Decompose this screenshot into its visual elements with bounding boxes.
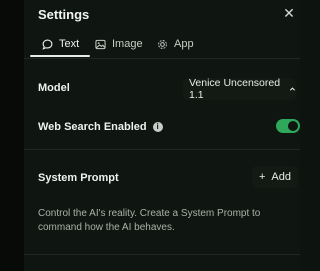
- settings-panel: Settings ✕ Text Image App Model Venice U…: [24, 0, 300, 271]
- add-button-label: Add: [271, 171, 291, 183]
- divider: [24, 254, 300, 255]
- model-label: Model: [38, 82, 70, 94]
- system-prompt-label: System Prompt: [38, 172, 119, 184]
- add-system-prompt-button[interactable]: + Add: [252, 166, 298, 188]
- model-select[interactable]: Venice Uncensored 1.1: [183, 77, 296, 101]
- tab-image-label: Image: [112, 38, 143, 50]
- image-icon: [95, 39, 106, 49]
- tab-app-label: App: [174, 38, 194, 50]
- tab-text-label: Text: [59, 38, 80, 50]
- tab-image[interactable]: Image: [95, 30, 143, 58]
- panel-header: Settings ✕: [24, 0, 300, 30]
- web-search-label-row: Web Search Enabled i: [38, 121, 163, 133]
- panel-title: Settings: [38, 7, 90, 22]
- tab-app[interactable]: App: [157, 30, 194, 58]
- web-search-toggle[interactable]: [276, 119, 300, 133]
- model-select-value: Venice Uncensored 1.1: [189, 77, 281, 101]
- plus-icon: +: [258, 171, 266, 183]
- gear-icon: [158, 39, 167, 49]
- toggle-knob: [288, 121, 298, 131]
- web-search-label: Web Search Enabled: [38, 121, 147, 133]
- left-edge-strip: [0, 0, 24, 271]
- divider: [24, 149, 300, 150]
- close-icon[interactable]: ✕: [282, 6, 296, 20]
- tab-text[interactable]: Text: [42, 30, 79, 58]
- chat-bubble-icon: [42, 39, 53, 50]
- tab-bar: Text Image App: [24, 30, 300, 59]
- active-tab-indicator: [30, 55, 90, 57]
- info-icon[interactable]: i: [152, 122, 163, 132]
- chevron-up-icon: [289, 87, 296, 91]
- system-prompt-description: Control the AI's reality. Create a Syste…: [38, 208, 261, 233]
